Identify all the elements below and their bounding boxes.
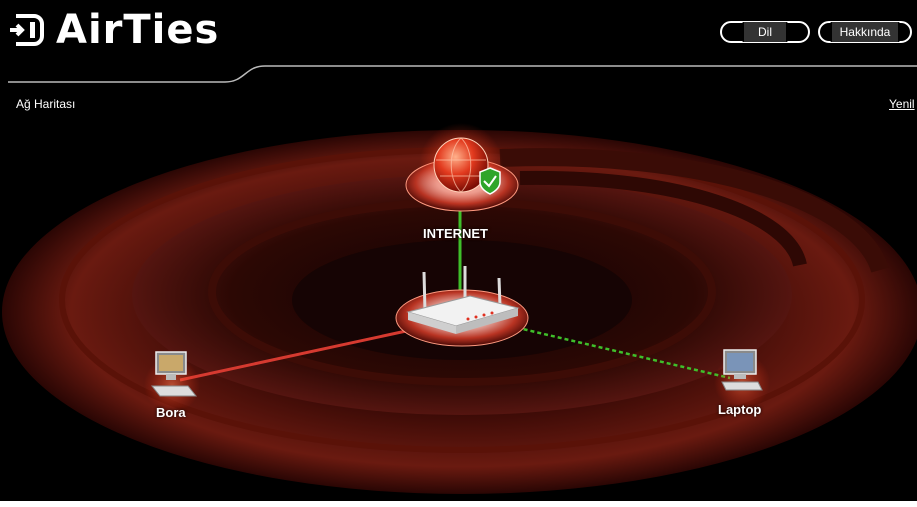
bottom-bar bbox=[0, 501, 917, 507]
internet-label: INTERNET bbox=[423, 226, 488, 241]
connected-check-icon bbox=[479, 167, 501, 195]
laptop-computer-icon[interactable] bbox=[721, 349, 763, 391]
page-title: Ağ Haritası bbox=[16, 97, 76, 111]
client-label-bora: Bora bbox=[156, 405, 186, 420]
refresh-link[interactable]: Yenil bbox=[889, 97, 915, 111]
header-divider bbox=[8, 65, 917, 83]
network-map bbox=[2, 65, 917, 494]
client-label-laptop: Laptop bbox=[718, 402, 762, 417]
